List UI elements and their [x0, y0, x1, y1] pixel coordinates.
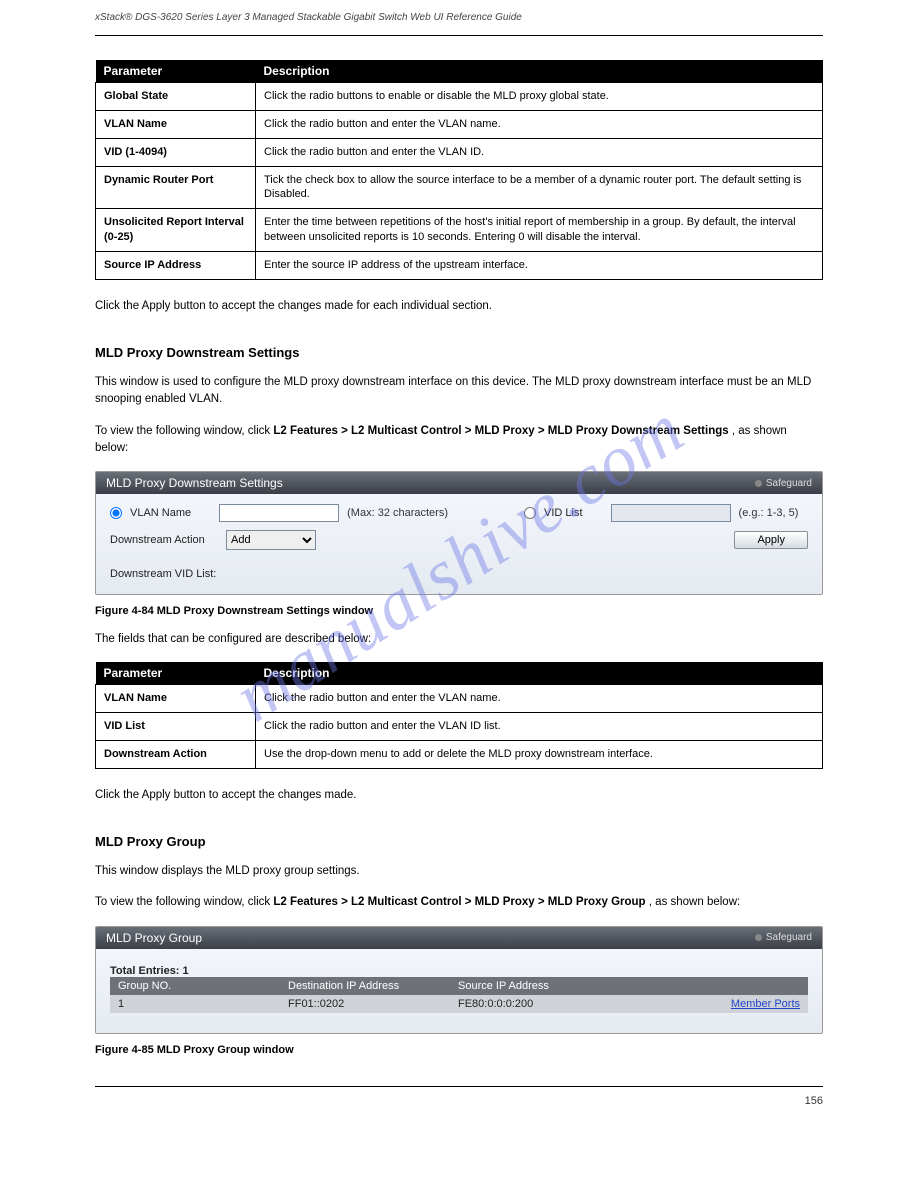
- downstream-action-select[interactable]: Add: [226, 530, 316, 550]
- vid-list-hint: (e.g.: 1-3, 5): [739, 507, 799, 519]
- section-desc-downstream: This window is used to configure the MLD…: [95, 374, 823, 409]
- nav-path-bold: L2 Features > L2 Multicast Control > MLD…: [273, 425, 728, 437]
- cell-dest-ip: FF01::0202: [280, 995, 450, 1013]
- col-group-no: Group NO.: [110, 977, 280, 995]
- vlan-name-radio[interactable]: [110, 507, 122, 519]
- figure-caption-2: Figure 4-85 MLD Proxy Group window: [95, 1044, 823, 1056]
- vid-list-input[interactable]: [611, 504, 731, 522]
- t1-h1: Parameter: [96, 60, 256, 83]
- safeguard-badge: Safeguard: [755, 478, 812, 489]
- vid-list-label: VID List: [544, 507, 583, 519]
- section-heading-proxy-group: MLD Proxy Group: [95, 834, 823, 849]
- col-dest-ip: Destination IP Address: [280, 977, 450, 995]
- col-src-ip: Source IP Address: [450, 977, 670, 995]
- doc-header: xStack® DGS-3620 Series Layer 3 Managed …: [95, 12, 823, 23]
- t2-h1: Parameter: [96, 662, 256, 685]
- table-row: Downstream ActionUse the drop-down menu …: [96, 740, 823, 768]
- apply-note-1: Click the Apply button to accept the cha…: [95, 298, 823, 315]
- table-row: Source IP AddressEnter the source IP add…: [96, 251, 823, 279]
- safeguard-badge-2: Safeguard: [755, 932, 812, 943]
- table2-intro: The fields that can be configured are de…: [95, 631, 823, 648]
- proxy-group-table: Group NO. Destination IP Address Source …: [110, 977, 808, 1013]
- downstream-settings-panel: MLD Proxy Downstream Settings Safeguard …: [95, 471, 823, 595]
- t1-h2: Description: [256, 60, 823, 83]
- col-empty: [670, 977, 808, 995]
- table-row: Dynamic Router PortTick the check box to…: [96, 166, 823, 209]
- header-rule: [95, 35, 823, 36]
- downstream-action-label: Downstream Action: [110, 534, 218, 546]
- cell-src-ip: FE80:0:0:0:200: [450, 995, 670, 1013]
- page-number: 156: [805, 1095, 823, 1107]
- table-row: Unsolicited Report Interval (0-25)Enter …: [96, 209, 823, 252]
- downstream-vid-list-label: Downstream VID List:: [110, 568, 808, 580]
- panel-title: MLD Proxy Downstream Settings: [106, 476, 283, 490]
- table-row: VID ListClick the radio button and enter…: [96, 713, 823, 741]
- view-path-downstream: To view the following window, click L2 F…: [95, 423, 823, 458]
- section-heading-downstream: MLD Proxy Downstream Settings: [95, 345, 823, 360]
- cell-group-no: 1: [110, 995, 280, 1013]
- section-desc-proxy-group: This window displays the MLD proxy group…: [95, 863, 823, 880]
- vlan-name-hint: (Max: 32 characters): [347, 507, 448, 519]
- table-row: Global StateClick the radio buttons to e…: [96, 83, 823, 111]
- vid-list-radio[interactable]: [524, 507, 536, 519]
- panel-title-2: MLD Proxy Group: [106, 931, 202, 945]
- vlan-name-input[interactable]: [219, 504, 339, 522]
- footer-rule: [95, 1086, 823, 1087]
- table-row: VLAN NameClick the radio button and ente…: [96, 110, 823, 138]
- member-ports-link[interactable]: Member Ports: [731, 998, 800, 1010]
- table-row: VLAN NameClick the radio button and ente…: [96, 685, 823, 713]
- safeguard-dot-icon: [755, 480, 762, 487]
- apply-note-2: Click the Apply button to accept the cha…: [95, 787, 823, 804]
- t2-h2: Description: [256, 662, 823, 685]
- safeguard-dot-icon: [755, 934, 762, 941]
- apply-button[interactable]: Apply: [734, 531, 808, 549]
- page-footer: 156: [95, 1095, 823, 1107]
- view-path-proxy-group: To view the following window, click L2 F…: [95, 894, 823, 911]
- proxy-group-panel: MLD Proxy Group Safeguard Total Entries:…: [95, 926, 823, 1034]
- table-row: 1 FF01::0202 FE80:0:0:0:200 Member Ports: [110, 995, 808, 1013]
- total-entries-label: Total Entries: 1: [110, 965, 808, 977]
- vlan-name-label: VLAN Name: [130, 507, 191, 519]
- table-row: VID (1-4094)Click the radio button and e…: [96, 138, 823, 166]
- parameter-table-1: Parameter Description Global StateClick …: [95, 60, 823, 280]
- nav-path-bold-2: L2 Features > L2 Multicast Control > MLD…: [273, 896, 645, 908]
- parameter-table-2: Parameter Description VLAN NameClick the…: [95, 662, 823, 769]
- figure-caption-1: Figure 4-84 MLD Proxy Downstream Setting…: [95, 605, 823, 617]
